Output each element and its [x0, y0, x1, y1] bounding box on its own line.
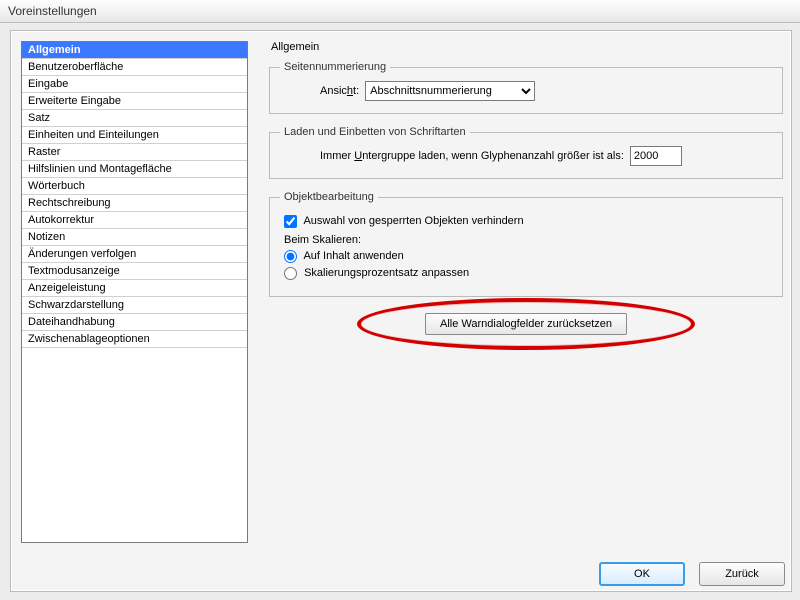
sidebar-item[interactable]: Änderungen verfolgen: [22, 246, 247, 263]
window-title: Voreinstellungen: [8, 4, 97, 18]
sidebar-item[interactable]: Wörterbuch: [22, 178, 247, 195]
sidebar-item[interactable]: Erweiterte Eingabe: [22, 93, 247, 110]
window-titlebar: Voreinstellungen: [0, 0, 800, 23]
label-view: Ansicht:: [320, 85, 359, 97]
sidebar-item[interactable]: Dateihandhabung: [22, 314, 247, 331]
ok-button[interactable]: OK: [599, 562, 685, 586]
group-page-numbering-legend: Seitennummerierung: [280, 61, 390, 73]
sidebar-item[interactable]: Schwarzdarstellung: [22, 297, 247, 314]
radio-apply-to-content[interactable]: [284, 250, 297, 263]
sidebar-item[interactable]: Einheiten und Einteilungen: [22, 127, 247, 144]
sidebar-item[interactable]: Notizen: [22, 229, 247, 246]
row-radio-percent: Skalierungsprozentsatz anpassen: [284, 267, 772, 280]
row-radio-content: Auf Inhalt anwenden: [284, 250, 772, 263]
sidebar-item[interactable]: Benutzeroberfläche: [22, 59, 247, 76]
sidebar-item[interactable]: Eingabe: [22, 76, 247, 93]
select-page-numbering-view[interactable]: Abschnittsnummerierung: [365, 81, 535, 101]
sidebar-item[interactable]: Raster: [22, 144, 247, 161]
sidebar-item[interactable]: Rechtschreibung: [22, 195, 247, 212]
input-glyph-threshold[interactable]: [630, 146, 682, 166]
group-font-embedding-legend: Laden und Einbetten von Schriftarten: [280, 126, 470, 138]
label-prevent-locked[interactable]: Auswahl von gesperrten Objekten verhinde…: [284, 215, 524, 227]
row-prevent-locked: Auswahl von gesperrten Objekten verhinde…: [284, 215, 772, 228]
sidebar-item[interactable]: Satz: [22, 110, 247, 127]
checkbox-prevent-locked[interactable]: [284, 215, 297, 228]
sidebar-item[interactable]: Zwischenablageoptionen: [22, 331, 247, 348]
sidebar-item[interactable]: Hilfslinien und Montagefläche: [22, 161, 247, 178]
group-page-numbering: Seitennummerierung Ansicht: Abschnittsnu…: [269, 61, 783, 114]
row-glyph-threshold: Immer Untergruppe laden, wenn Glyphenanz…: [280, 146, 772, 166]
sidebar-item[interactable]: Autokorrektur: [22, 212, 247, 229]
category-sidebar: AllgemeinBenutzeroberflächeEingabeErweit…: [21, 41, 248, 543]
group-font-embedding: Laden und Einbetten von Schriftarten Imm…: [269, 126, 783, 179]
label-radio-content[interactable]: Auf Inhalt anwenden: [284, 250, 404, 262]
sidebar-item[interactable]: Anzeigeleistung: [22, 280, 247, 297]
group-object-editing-legend: Objektbearbeitung: [280, 191, 378, 203]
label-glyph-threshold: Immer Untergruppe laden, wenn Glyphenanz…: [320, 150, 624, 162]
label-radio-percent[interactable]: Skalierungsprozentsatz anpassen: [284, 267, 469, 279]
dialog-footer: OK Zurück: [593, 557, 791, 591]
sidebar-item[interactable]: Textmodusanzeige: [22, 263, 247, 280]
group-object-editing: Objektbearbeitung Auswahl von gesperrten…: [269, 191, 783, 297]
content-pane: Allgemein Seitennummerierung Ansicht: Ab…: [269, 41, 783, 549]
row-page-numbering-view: Ansicht: Abschnittsnummerierung: [280, 81, 772, 101]
radio-adjust-percent[interactable]: [284, 267, 297, 280]
sidebar-item[interactable]: Allgemein: [22, 42, 247, 59]
cancel-button[interactable]: Zurück: [699, 562, 785, 586]
reset-warnings-button[interactable]: Alle Warndialogfelder zurücksetzen: [425, 313, 627, 335]
reset-button-wrap: Alle Warndialogfelder zurücksetzen: [269, 313, 783, 335]
preferences-dialog: AllgemeinBenutzeroberflächeEingabeErweit…: [10, 30, 792, 592]
heading-scaling: Beim Skalieren:: [284, 234, 772, 246]
content-title: Allgemein: [271, 41, 783, 53]
